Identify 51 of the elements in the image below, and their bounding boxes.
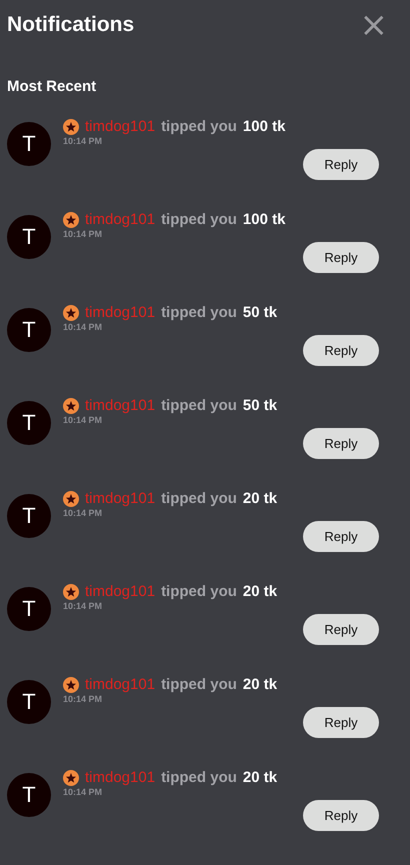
star-badge-icon (63, 304, 79, 320)
timestamp: 10:14 PM (63, 136, 104, 146)
tip-amount: 20 tk (242, 769, 278, 786)
avatar[interactable]: T (7, 401, 51, 445)
timestamp: 10:14 PM (63, 229, 104, 239)
reply-button[interactable]: Reply (303, 242, 379, 273)
tip-amount: 20 tk (242, 676, 278, 693)
action-text: tipped you (161, 490, 237, 507)
star-badge-icon (63, 584, 79, 600)
reply-button[interactable]: Reply (303, 800, 379, 831)
tip-amount: 100 tk (242, 118, 286, 135)
action-text: tipped you (161, 769, 237, 786)
panel-title: Notifications (7, 13, 134, 37)
reply-button[interactable]: Reply (303, 428, 379, 459)
star-badge-icon (63, 770, 79, 786)
avatar[interactable]: T (7, 773, 51, 817)
avatar[interactable]: T (7, 587, 51, 631)
reply-button[interactable]: Reply (303, 149, 379, 180)
timestamp: 10:14 PM (63, 787, 104, 797)
star-badge-icon (63, 212, 79, 228)
tip-amount: 20 tk (242, 490, 278, 507)
tip-amount: 50 tk (242, 304, 278, 321)
timestamp: 10:14 PM (63, 415, 104, 425)
tip-amount: 20 tk (242, 583, 278, 600)
avatar[interactable]: T (7, 680, 51, 724)
timestamp: 10:14 PM (63, 322, 104, 332)
star-badge-icon (63, 490, 79, 506)
avatar[interactable]: T (7, 308, 51, 352)
reply-button[interactable]: Reply (303, 614, 379, 645)
reply-button[interactable]: Reply (303, 335, 379, 366)
reply-button[interactable]: Reply (303, 707, 379, 738)
timestamp: 10:14 PM (63, 694, 104, 704)
star-badge-icon (63, 676, 79, 692)
avatar[interactable]: T (7, 122, 51, 166)
star-badge-icon (63, 398, 79, 414)
reply-button[interactable]: Reply (303, 521, 379, 552)
close-button[interactable]: × (360, 10, 388, 40)
action-text: tipped you (161, 676, 237, 693)
avatar[interactable]: T (7, 494, 51, 538)
timestamp: 10:14 PM (63, 601, 104, 611)
action-text: tipped you (161, 397, 237, 414)
star-badge-icon (63, 118, 79, 134)
avatar[interactable]: T (7, 215, 51, 259)
timestamp: 10:14 PM (63, 508, 104, 518)
action-text: tipped you (161, 211, 237, 228)
action-text: tipped you (161, 304, 237, 321)
tip-amount: 50 tk (242, 397, 278, 414)
tip-amount: 100 tk (242, 211, 286, 228)
section-title: Most Recent (7, 78, 98, 97)
action-text: tipped you (161, 583, 237, 600)
action-text: tipped you (161, 118, 237, 135)
